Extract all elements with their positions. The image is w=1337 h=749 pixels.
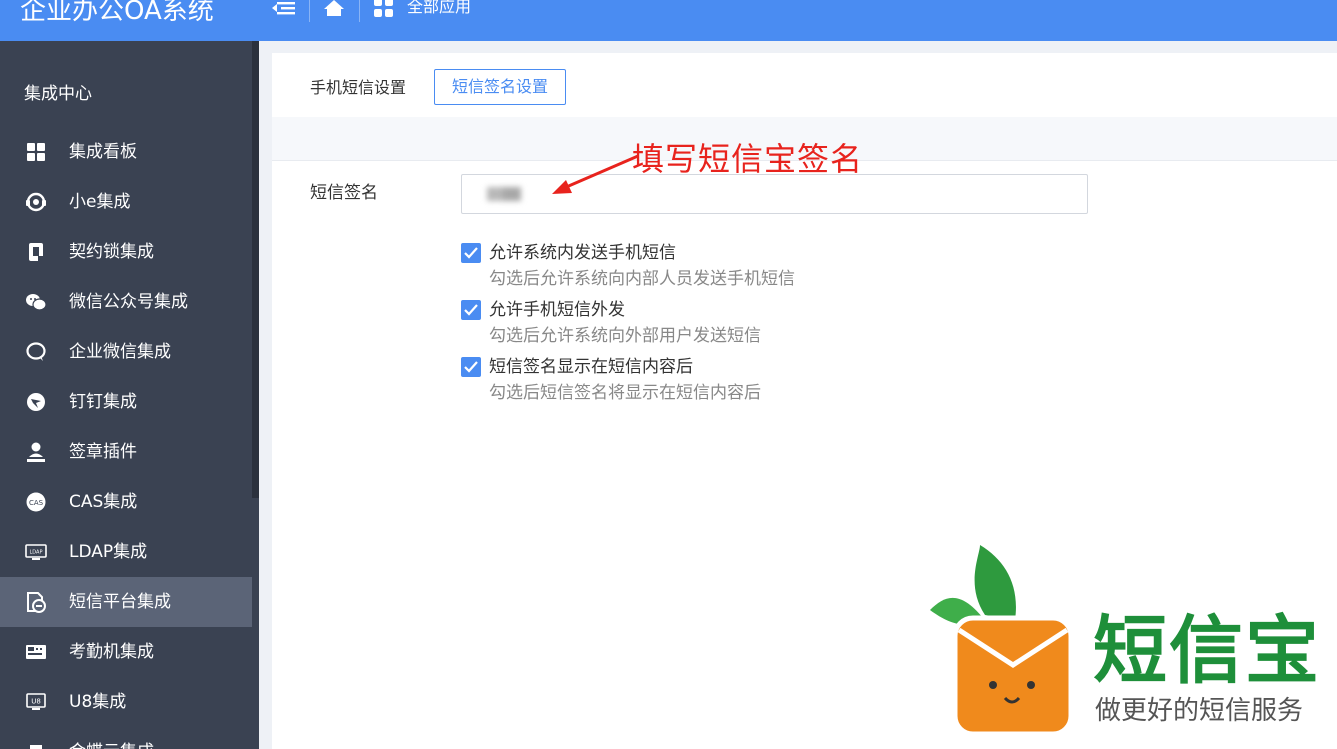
svg-text:CAS: CAS <box>29 499 44 507</box>
sidebar-item-label: 小e集成 <box>69 192 131 212</box>
sidebar-item-u8[interactable]: U8 U8集成 <box>0 677 252 727</box>
cloud-icon <box>30 745 42 749</box>
signature-label: 短信签名 <box>310 183 378 203</box>
sidebar-item-cas[interactable]: CAS CAS集成 <box>0 477 252 527</box>
svg-text:U8: U8 <box>31 698 41 706</box>
sidebar-scrollbar[interactable] <box>252 41 259 498</box>
all-apps-label: 全部应用 <box>407 0 472 16</box>
sidebar-item-wecom[interactable]: 企业微信集成 <box>0 327 252 377</box>
top-bar: 企业办公OA系统 全部应用 <box>0 0 1337 41</box>
sidebar-item-contract-lock[interactable]: 契约锁集成 <box>0 227 252 277</box>
sidebar-item-label: 签章插件 <box>69 442 137 462</box>
svg-text:LDAP: LDAP <box>30 550 43 556</box>
tab-sms-settings[interactable]: 手机短信设置 <box>310 77 406 99</box>
menu-fold-icon <box>272 2 295 15</box>
sidebar: 集成中心 集成看板 小e集成 契约锁集成 微信公众号集成 企业微信集成 钉钉集成 <box>0 41 259 749</box>
sidebar-item-label: 短信平台集成 <box>69 592 171 612</box>
ldap-icon: LDAP <box>25 544 47 560</box>
sidebar-item-label: U8集成 <box>69 692 127 712</box>
annotation-text: 填写短信宝签名 <box>632 140 864 178</box>
tab-signature-settings[interactable]: 短信签名设置 <box>434 69 567 105</box>
sidebar-item-dingtalk[interactable]: 钉钉集成 <box>0 377 252 427</box>
home-button[interactable] <box>322 0 346 16</box>
brand-name: 短信宝 <box>1093 608 1321 694</box>
check-icon <box>464 304 478 316</box>
option-description: 勾选后短信签名将显示在短信内容后 <box>489 383 761 403</box>
dingtalk-icon <box>27 393 45 411</box>
option-description: 勾选后允许系统向内部人员发送手机短信 <box>489 269 795 289</box>
brand-watermark: 短信宝 做更好的短信服务 <box>925 540 1337 749</box>
sidebar-item-xiaoe[interactable]: 小e集成 <box>0 177 252 227</box>
brand-mascot-logo <box>930 545 1074 737</box>
sidebar-item-label: 微信公众号集成 <box>69 292 188 312</box>
sidebar-item-label: 金蝶云集成 <box>69 740 154 749</box>
menu-toggle-button[interactable] <box>270 0 298 16</box>
stamp-icon <box>27 442 45 462</box>
attendance-icon <box>26 645 46 659</box>
brand-slogan: 做更好的短信服务 <box>1095 696 1304 726</box>
option-description: 勾选后允许系统向外部用户发送短信 <box>489 326 761 346</box>
sidebar-item-label: 契约锁集成 <box>69 242 154 262</box>
sidebar-item-kingdee[interactable]: 金蝶云集成 <box>0 727 252 749</box>
divider <box>359 0 360 22</box>
annotation-arrow <box>552 154 639 194</box>
wechat-icon <box>26 294 47 311</box>
headset-icon <box>26 192 46 212</box>
app-title: 企业办公OA系统 <box>20 0 214 26</box>
external-sms-checkbox[interactable] <box>461 300 481 320</box>
sidebar-item-ldap[interactable]: LDAP LDAP集成 <box>0 527 252 577</box>
sidebar-item-label: LDAP集成 <box>69 542 148 562</box>
cas-icon: CAS <box>26 492 46 512</box>
signature-after-checkbox[interactable] <box>461 357 481 377</box>
wecom-icon <box>26 342 46 361</box>
sidebar-nav: 集成看板 小e集成 契约锁集成 微信公众号集成 企业微信集成 钉钉集成 签章插件 <box>0 127 252 749</box>
u8-icon: U8 <box>26 693 46 710</box>
apps-grid-icon <box>374 0 393 17</box>
sidebar-item-label: 集成看板 <box>69 142 137 162</box>
lock-icon <box>29 243 43 261</box>
sidebar-item-stamp[interactable]: 签章插件 <box>0 427 252 477</box>
sms-icon <box>27 592 46 613</box>
divider <box>309 0 310 22</box>
sidebar-item-wechat[interactable]: 微信公众号集成 <box>0 277 252 327</box>
check-icon <box>464 247 478 259</box>
sidebar-item-attendance[interactable]: 考勤机集成 <box>0 627 252 677</box>
all-apps-button[interactable]: 全部应用 <box>373 0 471 20</box>
sidebar-item-label: 考勤机集成 <box>69 642 154 662</box>
sidebar-item-sms-platform[interactable]: 短信平台集成 <box>0 577 252 627</box>
sidebar-item-label: 企业微信集成 <box>69 342 171 362</box>
sidebar-item-dashboard[interactable]: 集成看板 <box>0 127 252 177</box>
sidebar-section-title: 集成中心 <box>24 84 92 104</box>
check-icon <box>464 361 478 373</box>
grid-icon <box>27 143 45 161</box>
option-title: 允许手机短信外发 <box>489 300 625 320</box>
tab-bar: 手机短信设置 短信签名设置 <box>272 53 1337 117</box>
option-title: 允许系统内发送手机短信 <box>489 243 676 263</box>
internal-sms-checkbox[interactable] <box>461 243 481 263</box>
option-title: 短信签名显示在短信内容后 <box>489 357 693 377</box>
sidebar-item-label: CAS集成 <box>69 492 138 512</box>
sidebar-item-label: 钉钉集成 <box>69 392 137 412</box>
home-icon <box>324 0 344 16</box>
